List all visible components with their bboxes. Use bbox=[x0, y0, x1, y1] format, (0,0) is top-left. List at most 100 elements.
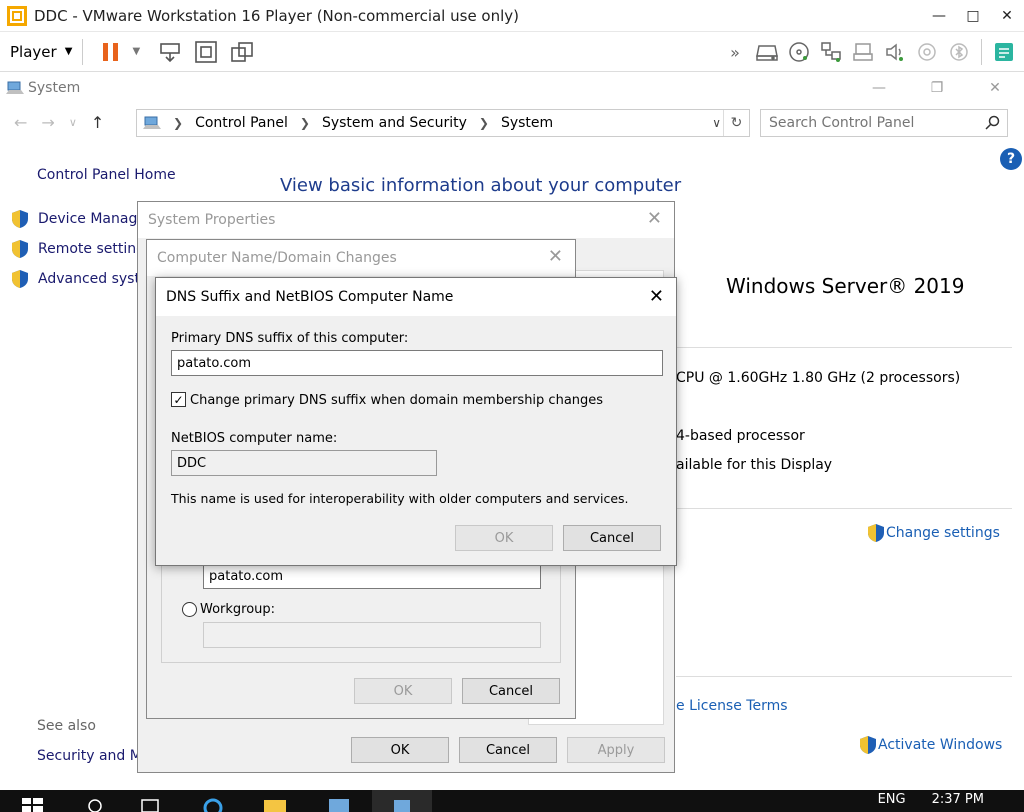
dialog-title: DNS Suffix and NetBIOS Computer Name bbox=[166, 289, 454, 305]
up-arrow-icon[interactable]: ↑ bbox=[91, 113, 104, 132]
ok-button[interactable]: OK bbox=[455, 525, 553, 551]
address-row: ← → ∨ ↑ ❯ Control Panel ❯ System and Sec… bbox=[0, 107, 1024, 139]
network-adapter-icon[interactable] bbox=[818, 39, 844, 65]
computer-icon bbox=[6, 81, 24, 94]
search-icon[interactable] bbox=[82, 794, 108, 812]
divider bbox=[676, 676, 1012, 677]
cancel-button[interactable]: Cancel bbox=[462, 678, 560, 704]
chevron-down-icon: ▼ bbox=[64, 46, 73, 57]
bluetooth-icon[interactable] bbox=[946, 39, 972, 65]
file-explorer-icon[interactable] bbox=[262, 794, 288, 812]
server-manager-icon[interactable] bbox=[326, 794, 352, 812]
back-arrow-icon[interactable]: ← bbox=[14, 113, 27, 132]
change-dns-suffix-checkbox[interactable]: ✓ bbox=[171, 392, 186, 407]
activate-windows-label: Activate Windows bbox=[878, 737, 1003, 753]
minimize-icon[interactable]: — bbox=[850, 73, 908, 103]
close-icon[interactable]: ✕ bbox=[990, 0, 1024, 32]
windows-edition: Windows Server® 2019 bbox=[726, 274, 965, 298]
workgroup-field[interactable] bbox=[203, 622, 541, 648]
send-ctrl-alt-del-icon[interactable] bbox=[157, 39, 183, 65]
address-dropdown-icon[interactable]: ∨ bbox=[712, 116, 721, 130]
pen-touch-info: ailable for this Display bbox=[676, 457, 833, 473]
maximize-icon[interactable]: □ bbox=[956, 0, 990, 32]
windows-start-icon[interactable] bbox=[20, 794, 46, 812]
divider bbox=[676, 347, 1012, 348]
search-box[interactable] bbox=[760, 109, 1008, 137]
change-settings-link[interactable]: Change settings bbox=[866, 523, 1000, 543]
refresh-icon[interactable]: ↻ bbox=[723, 110, 749, 136]
change-settings-label: Change settings bbox=[886, 525, 1000, 541]
search-input[interactable] bbox=[769, 115, 969, 131]
device-manager-link[interactable]: Device Manage bbox=[10, 209, 146, 229]
internet-explorer-icon[interactable] bbox=[200, 794, 226, 812]
device-manager-label: Device Manage bbox=[38, 211, 146, 227]
unity-icon[interactable] bbox=[229, 39, 255, 65]
control-panel-icon bbox=[143, 116, 161, 129]
dialog-title: System Properties bbox=[148, 212, 276, 228]
usb-device-icon[interactable] bbox=[850, 39, 876, 65]
page-heading: View basic information about your comput… bbox=[280, 175, 682, 196]
player-menu-label: Player bbox=[10, 42, 57, 61]
double-chevron-icon[interactable]: » bbox=[722, 39, 748, 65]
breadcrumb-system-and-security[interactable]: System and Security bbox=[322, 115, 467, 131]
camera-icon[interactable] bbox=[914, 39, 940, 65]
shield-icon bbox=[860, 736, 876, 754]
task-view-icon[interactable] bbox=[138, 794, 164, 812]
control-panel-home-link[interactable]: Control Panel Home bbox=[37, 167, 176, 183]
vmware-logo-icon bbox=[7, 5, 27, 26]
change-dns-suffix-label[interactable]: Change primary DNS suffix when domain me… bbox=[190, 393, 603, 408]
shield-icon bbox=[12, 240, 28, 258]
address-bar[interactable]: ❯ Control Panel ❯ System and Security ❯ … bbox=[136, 109, 750, 137]
license-terms-link[interactable]: e License Terms bbox=[676, 698, 788, 714]
help-icon[interactable]: ? bbox=[1000, 148, 1022, 170]
toolbar-divider bbox=[981, 39, 982, 65]
workgroup-label: Workgroup: bbox=[200, 602, 276, 617]
hard-disk-icon[interactable] bbox=[754, 39, 780, 65]
taskbar-item-active[interactable] bbox=[372, 790, 432, 812]
primary-dns-suffix-label: Primary DNS suffix of this computer: bbox=[171, 331, 409, 346]
security-maintenance-link[interactable]: Security and Ma bbox=[37, 748, 139, 764]
advanced-system-settings-link[interactable]: Advanced syste bbox=[10, 269, 149, 289]
interoperability-info: This name is used for interoperability w… bbox=[171, 491, 629, 506]
restore-icon[interactable]: ❐ bbox=[908, 73, 966, 103]
clock[interactable]: 2:37 PM bbox=[932, 792, 984, 807]
cancel-button[interactable]: Cancel bbox=[563, 525, 661, 551]
shield-icon bbox=[12, 270, 28, 288]
netbios-name-field: DDC bbox=[171, 450, 437, 476]
apply-button[interactable]: Apply bbox=[567, 737, 665, 763]
breadcrumb-control-panel[interactable]: Control Panel bbox=[195, 115, 288, 131]
minimize-icon[interactable]: — bbox=[922, 0, 956, 32]
breadcrumb-system[interactable]: System bbox=[501, 115, 553, 131]
primary-dns-suffix-input[interactable]: patato.com bbox=[171, 350, 663, 376]
ok-button[interactable]: OK bbox=[351, 737, 449, 763]
domain-field[interactable]: patato.com bbox=[203, 563, 541, 589]
close-icon[interactable]: ✕ bbox=[548, 248, 563, 266]
advanced-system-settings-label: Advanced syste bbox=[38, 271, 149, 287]
activate-windows-link[interactable]: Activate Windows bbox=[858, 735, 1002, 755]
workgroup-radio[interactable] bbox=[182, 602, 197, 617]
close-icon[interactable]: ✕ bbox=[647, 210, 662, 228]
player-menu[interactable]: Player ▼ bbox=[10, 43, 72, 61]
cancel-button[interactable]: Cancel bbox=[459, 737, 557, 763]
dns-suffix-dialog: DNS Suffix and NetBIOS Computer Name ✕ P… bbox=[155, 277, 677, 566]
see-also-heading: See also bbox=[37, 718, 96, 734]
cd-dvd-icon[interactable] bbox=[786, 39, 812, 65]
system-window-title: System bbox=[28, 80, 81, 96]
vmware-title-bar: DDC - VMware Workstation 16 Player (Non-… bbox=[0, 0, 1024, 32]
fit-guest-icon[interactable] bbox=[193, 39, 219, 65]
vmware-toolbar: Player ▼ ▼ » bbox=[0, 32, 1024, 72]
network-icon[interactable] bbox=[830, 792, 852, 807]
forward-arrow-icon[interactable]: → bbox=[41, 113, 54, 132]
language-indicator[interactable]: ENG bbox=[878, 792, 906, 807]
control-panel-icon bbox=[394, 800, 410, 812]
pause-dropdown-icon[interactable]: ▼ bbox=[129, 39, 143, 65]
pause-icon[interactable] bbox=[98, 39, 124, 65]
sound-card-icon[interactable] bbox=[882, 39, 908, 65]
close-icon[interactable]: ✕ bbox=[649, 288, 664, 306]
remote-settings-link[interactable]: Remote setting bbox=[10, 239, 145, 259]
shield-icon bbox=[868, 524, 884, 542]
close-icon[interactable]: ✕ bbox=[966, 73, 1024, 103]
recent-chevron-icon[interactable]: ∨ bbox=[69, 116, 77, 132]
ok-button[interactable]: OK bbox=[354, 678, 452, 704]
message-log-icon[interactable] bbox=[991, 39, 1017, 65]
